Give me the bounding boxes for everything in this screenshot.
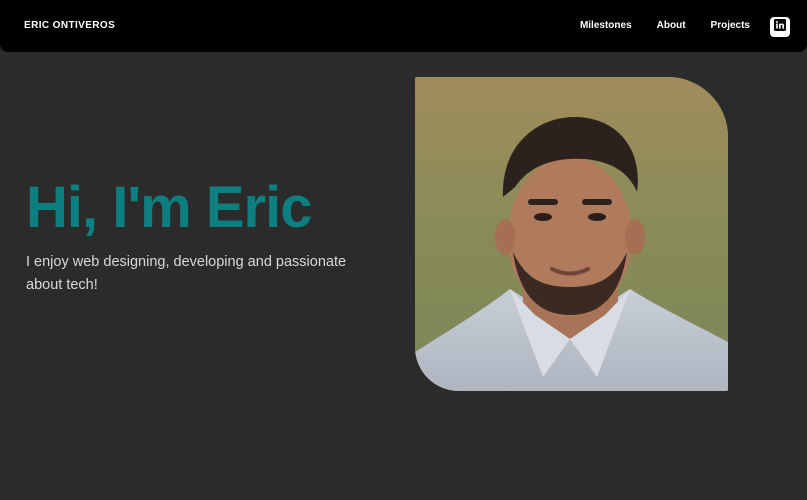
profile-photo [415,77,728,391]
nav-link-milestones[interactable]: Milestones [580,20,632,31]
nav-link-projects[interactable]: Projects [711,20,750,31]
linkedin-button[interactable] [770,17,790,37]
top-navbar: ERIC ONTIVEROS Milestones About Projects [0,0,807,52]
hero-section: Hi, I'm Eric I enjoy web designing, deve… [26,173,366,297]
hero-subtitle: I enjoy web designing, developing and pa… [26,254,347,293]
main-nav: Milestones About Projects [580,20,750,31]
page: ERIC ONTIVEROS Milestones About Projects… [0,0,807,500]
linkedin-icon [774,18,786,36]
brand-name[interactable]: ERIC ONTIVEROS [24,20,115,31]
hero-title: Hi, I'm Eric [26,175,312,240]
nav-link-about[interactable]: About [657,20,686,31]
